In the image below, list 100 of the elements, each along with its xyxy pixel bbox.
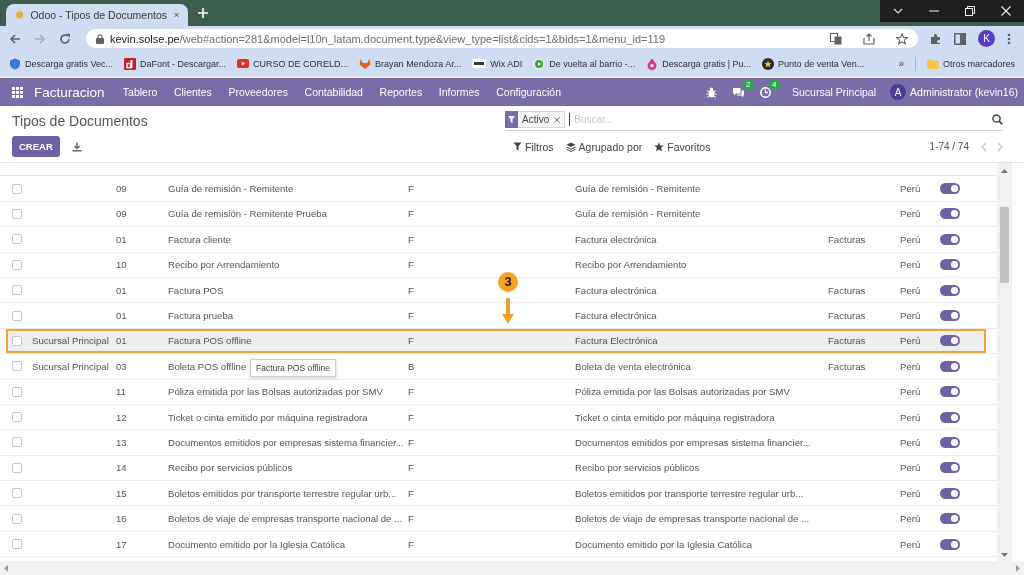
app-title[interactable]: Facturacion (34, 84, 105, 100)
puzzle-icon[interactable] (930, 32, 942, 45)
menu-item[interactable]: Tablero (114, 86, 166, 98)
table-cell: 01 (116, 310, 127, 322)
toggle-switch[interactable] (940, 386, 960, 398)
group-by-button[interactable]: Agrupado por (563, 140, 645, 153)
restore-icon[interactable] (965, 6, 975, 16)
table-cell: Boletos emitidos por transporte terrestre regular urb... (575, 487, 804, 499)
translate-icon[interactable] (830, 32, 842, 45)
profile-avatar[interactable]: K (978, 30, 995, 47)
row-checkbox[interactable] (12, 437, 22, 448)
share-icon[interactable] (863, 32, 875, 45)
row-checkbox[interactable] (12, 259, 22, 270)
triangle-down-icon[interactable] (1001, 553, 1008, 557)
triangle-up-icon[interactable] (1001, 169, 1008, 173)
bookmark-link[interactable]: CURSO DE CORELD... (237, 58, 349, 69)
toggle-switch[interactable] (940, 487, 960, 499)
toggle-switch[interactable] (940, 259, 960, 271)
chat-icon[interactable] (732, 86, 745, 98)
bug-icon[interactable] (706, 86, 717, 98)
new-tab-icon[interactable] (197, 7, 209, 19)
table-cell: Guía de remisión - Remitente (575, 183, 701, 195)
vertical-scrollbar[interactable] (997, 163, 1012, 561)
menu-item[interactable]: Configuración (487, 86, 570, 98)
triangle-right-icon[interactable] (1016, 564, 1020, 572)
row-checkbox[interactable] (12, 386, 22, 397)
pager-value[interactable]: 1-74 / 74 (929, 141, 969, 152)
row-checkbox[interactable] (12, 539, 22, 550)
toggle-switch[interactable] (940, 233, 960, 245)
down-arrow-icon (502, 297, 514, 324)
row-checkbox[interactable] (12, 488, 22, 499)
toggle-switch[interactable] (940, 437, 960, 448)
row-checkbox[interactable] (12, 412, 22, 423)
toggle-switch[interactable] (940, 513, 960, 525)
filters-button[interactable]: Filtros (511, 140, 556, 153)
menu-item[interactable]: Proveedores (220, 86, 297, 98)
bookmark-link[interactable]: Brayan Mendoza Ar... (359, 58, 462, 69)
user-avatar[interactable]: A (890, 84, 907, 100)
toggle-switch[interactable] (940, 310, 960, 322)
row-checkbox[interactable] (12, 513, 22, 524)
favorites-button[interactable]: Favoritos (652, 140, 713, 153)
menu-item[interactable]: Contabilidad (296, 86, 372, 98)
row-checkbox[interactable] (12, 234, 22, 245)
table-cell: Perú (900, 437, 921, 448)
table-cell: 12 (116, 411, 127, 423)
bookmark-link[interactable]: Wix ADI (472, 58, 523, 69)
scrollbar-thumb[interactable] (1000, 207, 1009, 283)
horizontal-scrollbar[interactable] (0, 561, 1024, 575)
chevron-down-icon[interactable] (893, 8, 903, 14)
search-icon[interactable] (992, 114, 1003, 125)
toggle-switch[interactable] (940, 284, 960, 296)
bookmark-link[interactable]: Descarga gratis | Pu... (646, 57, 752, 70)
clock-icon[interactable] (760, 86, 771, 98)
reload-icon[interactable] (59, 32, 71, 45)
table-cell: 13 (116, 437, 127, 448)
row-checkbox[interactable] (12, 335, 22, 346)
menu-item[interactable]: Clientes (165, 86, 221, 98)
table-cell: Boletos de viaje de empresas transporte nacional de ... (575, 513, 810, 525)
address-field[interactable]: kevin.solse.pe/web#action=281&model=l10n_latam.document.type&view_type=list&cids=1&bids=1&menu_id=119 (86, 29, 918, 48)
toggle-switch[interactable] (940, 411, 960, 423)
row-checkbox[interactable] (12, 208, 22, 219)
table-cell: Factura POS offline (168, 335, 252, 347)
toggle-switch[interactable] (940, 538, 960, 550)
download-icon[interactable] (71, 141, 82, 152)
row-checkbox[interactable] (12, 183, 22, 194)
row-checkbox[interactable] (12, 361, 22, 372)
toggle-switch[interactable] (940, 208, 960, 220)
triangle-left-icon[interactable] (4, 564, 8, 572)
row-checkbox[interactable] (12, 285, 22, 296)
create-button[interactable]: CREAR (12, 136, 60, 157)
table-cell: 01 (116, 233, 127, 245)
toggle-switch[interactable] (940, 360, 960, 372)
toggle-switch[interactable] (940, 462, 960, 474)
toggle-switch[interactable] (940, 183, 960, 195)
apps-grid-icon[interactable] (12, 86, 23, 98)
star-icon[interactable] (896, 32, 908, 45)
table-cell: Perú (900, 183, 921, 195)
menu-item[interactable]: Informes (430, 86, 488, 98)
table-cell: F (408, 335, 414, 347)
side-panel-icon[interactable] (954, 32, 966, 45)
browser-tab[interactable]: Odoo - Tipos de Documentos (6, 4, 188, 26)
more-menu-icon[interactable] (1007, 32, 1011, 45)
row-checkbox[interactable] (12, 310, 22, 321)
company-switcher[interactable]: Sucursal Principal (792, 86, 877, 98)
back-arrow-icon[interactable] (9, 32, 21, 45)
bookmark-link[interactable]: DaFont - Descargar... (124, 57, 227, 70)
bookmark-folder[interactable]: Otros marcadores (926, 58, 1015, 69)
toggle-switch[interactable] (940, 335, 960, 347)
more-bookmarks-button[interactable]: » (898, 58, 904, 69)
bookmark-link[interactable]: De vuelta al barrio -... (533, 57, 636, 70)
table-cell: F (408, 259, 414, 271)
table-cell: F (408, 284, 414, 296)
user-menu[interactable]: Administrator (kevin16) (910, 86, 1018, 98)
folder-icon (926, 58, 939, 69)
bookmark-link[interactable]: Punto de venta Ven... (762, 57, 865, 70)
row-checkbox[interactable] (12, 462, 22, 473)
menu-item[interactable]: Reportes (371, 86, 431, 98)
table-cell: Guía de remisión - Remitente (575, 208, 701, 220)
table-cell: Documentos emitidos por empresas sistema financier... (168, 437, 404, 448)
bookmark-link[interactable]: Descarga gratis Vec... (9, 57, 114, 70)
